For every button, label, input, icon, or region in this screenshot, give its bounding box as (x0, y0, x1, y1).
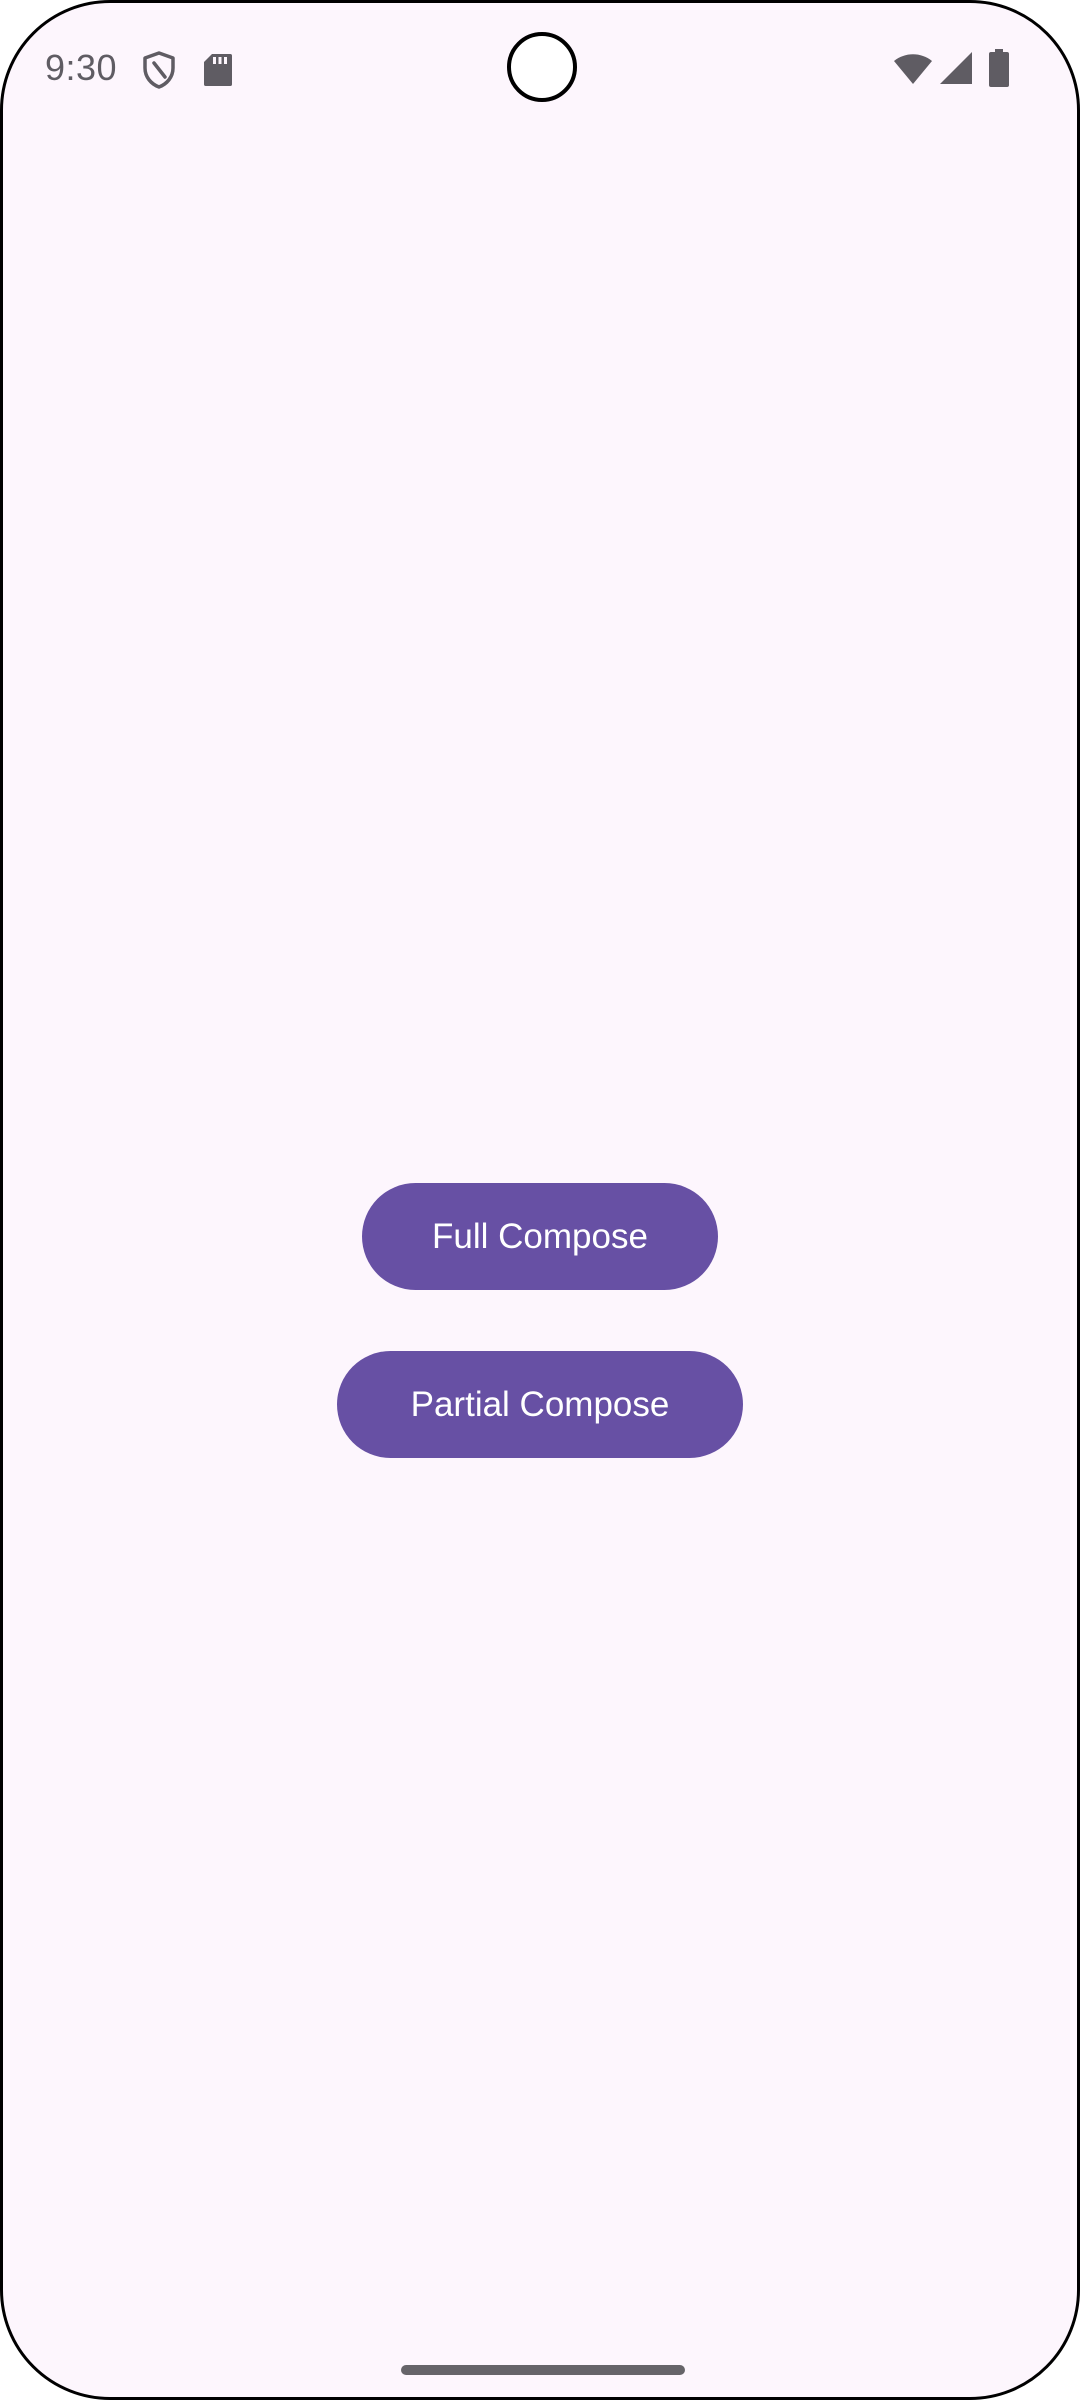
wifi-icon (894, 54, 932, 84)
cell-signal-icon (940, 52, 972, 84)
battery-icon (989, 49, 1009, 87)
main-content: Full Compose Partial Compose (3, 1183, 1077, 1458)
shield-icon (143, 51, 175, 89)
partial-compose-button[interactable]: Partial Compose (337, 1351, 743, 1458)
status-bar: 9:30 (3, 3, 1077, 138)
home-indicator[interactable] (401, 2365, 685, 2375)
sd-card-icon (204, 54, 232, 86)
camera-cutout (507, 32, 577, 102)
full-compose-button[interactable]: Full Compose (362, 1183, 718, 1290)
phone-screen: 9:30 Full Compose Partial Compose (0, 0, 1080, 2400)
status-time: 9:30 (45, 47, 118, 88)
